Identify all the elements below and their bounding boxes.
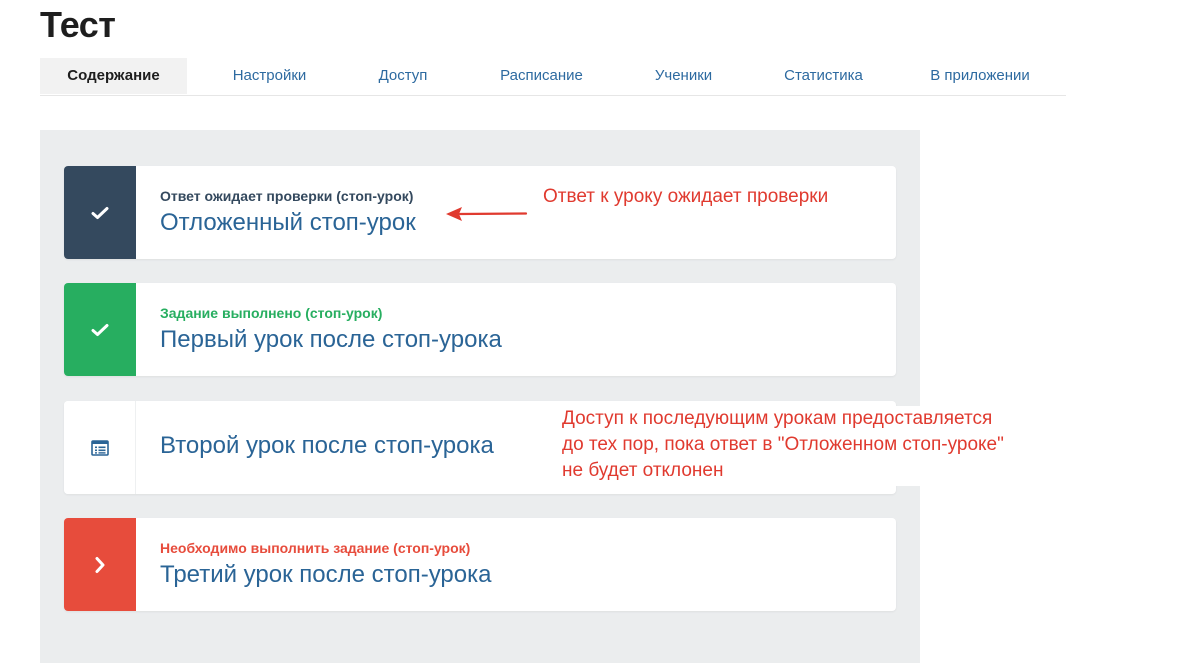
lesson-status-box — [64, 518, 136, 611]
lesson-title-link[interactable]: Третий урок после стоп-урока — [160, 561, 492, 589]
annotation-line: до тех пор, пока ответ в "Отложенном сто… — [562, 434, 1004, 455]
tab-bar: Содержание Настройки Доступ Расписание У… — [40, 58, 1066, 96]
annotation-line: Доступ к последующим урокам предоставляе… — [562, 408, 993, 429]
lesson-title-link[interactable]: Второй урок после стоп-урока — [160, 432, 494, 460]
lesson-status-text: Задание выполнено (стоп-урок) — [160, 305, 383, 321]
page-title: Тест — [40, 4, 116, 45]
tab-in-app[interactable]: В приложении — [909, 58, 1051, 94]
tab-content[interactable]: Содержание — [40, 58, 187, 94]
document-list-icon — [90, 439, 109, 456]
lesson-title-link[interactable]: Первый урок после стоп-урока — [160, 326, 502, 354]
annotation-arrow — [446, 207, 528, 221]
tab-schedule[interactable]: Расписание — [454, 58, 629, 94]
lesson-status-box — [64, 166, 136, 259]
lesson-status-text: Необходимо выполнить задание (стоп-урок) — [160, 540, 471, 556]
lesson-title-link[interactable]: Отложенный стоп-урок — [160, 209, 416, 237]
annotation-awaiting-review: Ответ к уроку ожидает проверки — [543, 184, 829, 210]
lesson-card-third-after-stop[interactable]: Необходимо выполнить задание (стоп-урок)… — [64, 518, 896, 611]
lesson-status-box — [64, 283, 136, 376]
check-icon — [91, 323, 109, 336]
check-icon — [91, 206, 109, 219]
tab-statistics[interactable]: Статистика — [738, 58, 909, 94]
tab-access[interactable]: Доступ — [352, 58, 454, 94]
lesson-status-text: Ответ ожидает проверки (стоп-урок) — [160, 188, 414, 204]
tab-students[interactable]: Ученики — [629, 58, 738, 94]
annotation-access-note: Доступ к последующим урокам предоставляе… — [556, 406, 1004, 486]
lesson-card-first-after-stop[interactable]: Задание выполнено (стоп-урок) Первый уро… — [64, 283, 896, 376]
lesson-status-box — [64, 401, 136, 494]
tab-settings[interactable]: Настройки — [187, 58, 352, 94]
chevron-right-icon — [95, 556, 105, 573]
annotation-line: не будет отклонен — [562, 460, 724, 481]
